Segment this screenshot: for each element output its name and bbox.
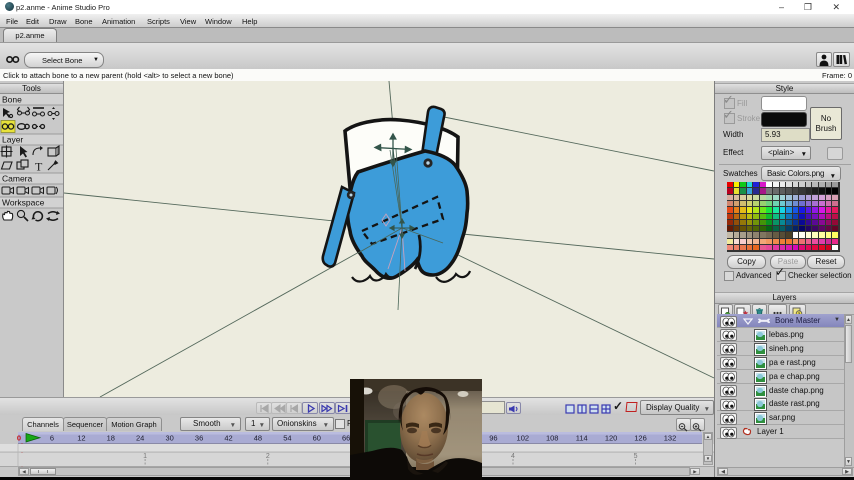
svg-text:2: 2 <box>266 453 270 460</box>
svg-text:96: 96 <box>489 434 497 443</box>
svg-text:60: 60 <box>313 434 321 443</box>
svg-text:Layer: Layer <box>2 135 23 145</box>
svg-text:114: 114 <box>576 434 588 443</box>
svg-text:132: 132 <box>664 434 677 443</box>
svg-text:48: 48 <box>254 434 262 443</box>
svg-text:108: 108 <box>546 434 559 443</box>
svg-text:12: 12 <box>77 434 85 443</box>
svg-text:36: 36 <box>195 434 203 443</box>
svg-text:0: 0 <box>17 434 21 443</box>
svg-text:Bone: Bone <box>2 95 22 105</box>
svg-text:T: T <box>35 160 43 174</box>
svg-text:1: 1 <box>143 453 147 460</box>
svg-text:6: 6 <box>50 434 54 443</box>
svg-text:Workspace: Workspace <box>2 198 45 208</box>
svg-text:54: 54 <box>283 434 291 443</box>
svg-text:120: 120 <box>605 434 618 443</box>
svg-text:Camera: Camera <box>2 174 33 184</box>
svg-text:4: 4 <box>511 453 515 460</box>
svg-text:126: 126 <box>634 434 647 443</box>
svg-text:30: 30 <box>166 434 174 443</box>
svg-text:24: 24 <box>136 434 144 443</box>
svg-text:5: 5 <box>634 453 638 460</box>
svg-text:18: 18 <box>107 434 115 443</box>
svg-text:102: 102 <box>517 434 530 443</box>
svg-text:42: 42 <box>224 434 232 443</box>
